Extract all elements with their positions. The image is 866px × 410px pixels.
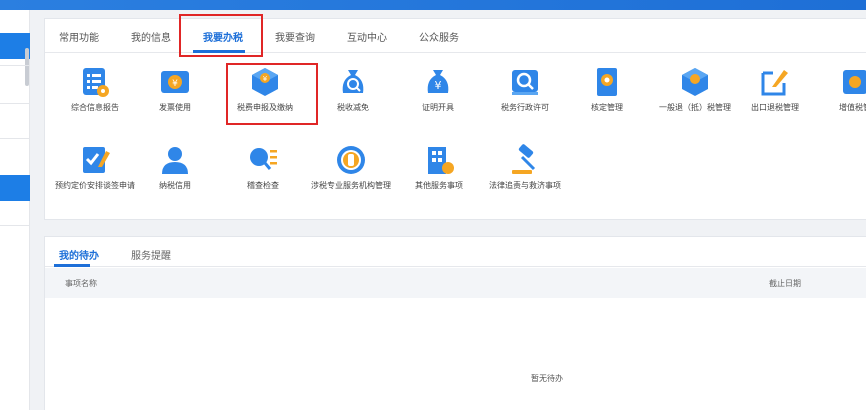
tab-my-todo[interactable]: 我的待办 — [59, 247, 99, 262]
sidebar-divider — [0, 65, 30, 66]
main-nav-tabs: 常用功能 我的信息 我要办税 我要查询 互动中心 公众服务 — [45, 19, 866, 53]
service-panel: 常用功能 我的信息 我要办税 我要查询 互动中心 公众服务 综合信息报告 ¥ 发… — [44, 14, 866, 220]
tab-interaction-center[interactable]: 互动中心 — [347, 29, 387, 44]
active-tab-underline — [54, 264, 90, 267]
svg-text:¥: ¥ — [172, 79, 178, 89]
sidebar-scrollbar[interactable] — [25, 48, 29, 86]
service-invoice-use[interactable]: ¥ 发票使用 — [135, 65, 215, 113]
sidebar — [0, 10, 30, 410]
money-bag-search-icon — [342, 70, 364, 93]
gavel-icon — [512, 144, 536, 174]
top-header-bar — [0, 0, 866, 10]
service-label: 发票使用 — [159, 103, 191, 112]
sidebar-divider — [0, 138, 30, 139]
service-tax-admin-permit[interactable]: 税务行政许可 — [485, 65, 565, 113]
service-label: 税收减免 — [337, 103, 369, 112]
service-label: 出口退税管理 — [751, 103, 799, 112]
empty-state-text: 暂无待办 — [531, 374, 563, 383]
service-label: 证明开具 — [422, 103, 454, 112]
service-apa-application[interactable]: 预约定价安排谈签申请 — [55, 143, 135, 191]
todo-table-header: 事项名称 截止日期 — [45, 268, 866, 298]
tab-common-functions[interactable]: 常用功能 — [59, 29, 99, 44]
service-label: 税务行政许可 — [501, 103, 549, 112]
service-label: 涉税专业服务机构管理 — [311, 181, 391, 190]
service-label: 纳税信用 — [159, 181, 191, 190]
permit-search-icon — [512, 70, 538, 95]
sidebar-divider — [0, 225, 30, 226]
service-tax-reduction[interactable]: 税收减免 — [313, 65, 393, 113]
service-label: 其他服务事项 — [415, 181, 463, 190]
tax-declare-icon: ¥ — [252, 68, 278, 96]
document-gear-icon — [597, 68, 617, 96]
service-certificate-issue[interactable]: ¥ 证明开具 — [398, 65, 478, 113]
service-legal-relief[interactable]: 法律追责与救济事项 — [485, 143, 565, 191]
refund-box-icon — [682, 68, 708, 96]
report-icon — [83, 68, 109, 97]
column-header-item-name: 事项名称 — [65, 279, 97, 288]
service-label: 法律追责与救济事项 — [489, 181, 561, 190]
highlight-box-tab — [179, 14, 263, 57]
column-header-deadline: 截止日期 — [769, 279, 801, 288]
service-inspection[interactable]: 稽查检查 — [223, 143, 303, 191]
invoice-icon: ¥ — [161, 71, 189, 93]
todo-panel: 我的待办 服务提醒 事项名称 截止日期 暂无待办 — [44, 236, 866, 410]
service-export-refund[interactable]: 出口退税管理 — [735, 65, 815, 113]
service-vat-management[interactable]: 增值税管 — [815, 65, 866, 113]
service-tax-declaration-payment[interactable]: ¥ 税费申报及缴纳 — [225, 65, 305, 113]
tab-public-service[interactable]: 公众服务 — [419, 29, 459, 44]
service-label: 核定管理 — [591, 103, 623, 112]
tab-service-reminder[interactable]: 服务提醒 — [131, 247, 171, 262]
service-comprehensive-report[interactable]: 综合信息报告 — [55, 65, 135, 113]
service-tax-credit[interactable]: 纳税信用 — [135, 143, 215, 191]
svg-text:¥: ¥ — [263, 75, 268, 83]
service-label: 一般退（抵）税管理 — [659, 103, 731, 112]
svg-text:¥: ¥ — [435, 79, 442, 92]
building-icon — [428, 147, 454, 174]
coin-icon — [337, 146, 365, 174]
service-label: 税费申报及缴纳 — [237, 103, 293, 112]
service-label: 预约定价安排谈签申请 — [55, 181, 135, 190]
tab-my-info[interactable]: 我的信息 — [131, 29, 171, 44]
todo-tabs: 我的待办 服务提醒 — [45, 237, 866, 267]
service-label: 综合信息报告 — [71, 103, 119, 112]
service-general-refund[interactable]: 一般退（抵）税管理 — [655, 65, 735, 113]
service-label: 稽查检查 — [247, 181, 279, 190]
service-other-items[interactable]: 其他服务事项 — [399, 143, 479, 191]
magnifier-list-icon — [250, 148, 277, 170]
user-icon — [162, 147, 188, 174]
checklist-pen-icon — [83, 147, 110, 173]
service-professional-agency[interactable]: 涉税专业服务机构管理 — [311, 143, 391, 191]
edit-pen-icon — [761, 70, 788, 96]
service-label: 增值税管 — [839, 103, 866, 112]
sidebar-divider — [0, 103, 30, 104]
money-bag-yen-icon: ¥ — [427, 70, 449, 93]
service-assessment-management[interactable]: 核定管理 — [567, 65, 647, 113]
tax-gear-icon — [843, 70, 866, 94]
tab-query[interactable]: 我要查询 — [275, 29, 315, 44]
sidebar-item-selected[interactable] — [0, 175, 30, 201]
